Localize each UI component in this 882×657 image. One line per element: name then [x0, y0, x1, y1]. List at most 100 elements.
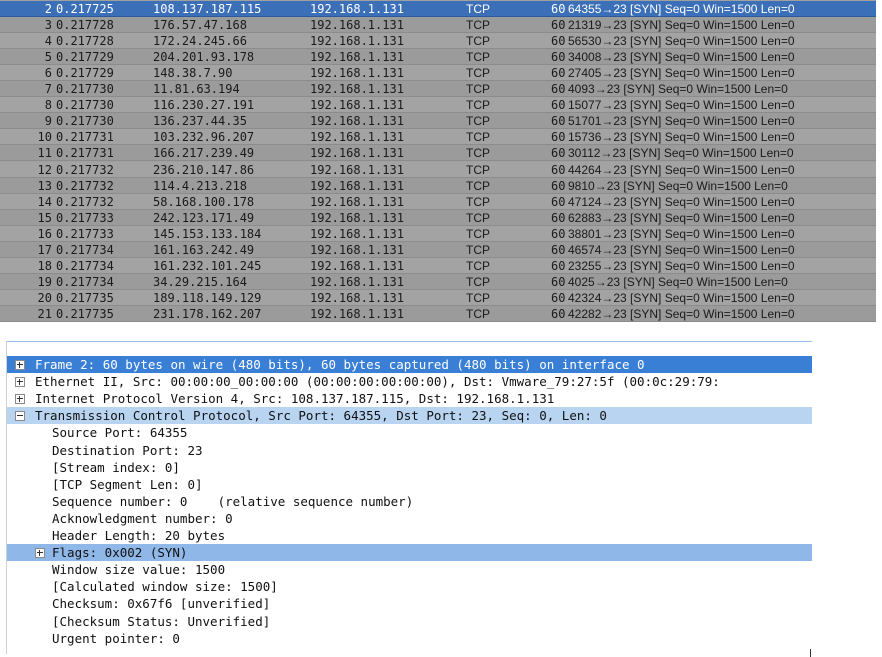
packet-row[interactable]: 17 0.217734 161.163.242.49 192.168.1.131 TCP… — [0, 241, 876, 258]
packet-number: 7 — [44, 82, 52, 97]
packet-row[interactable]: 15 0.217733 242.123.171.49 192.168.1.131 TCP… — [0, 209, 876, 226]
packet-destination: 192.168.1.131 — [310, 194, 404, 209]
packet-source: 172.24.245.66 — [153, 34, 247, 49]
tree-tcp[interactable]: Transmission Control Protocol, Src Port:… — [7, 407, 812, 425]
packet-length: 60 — [551, 210, 566, 225]
field-window-size[interactable]: Window size value: 1500 — [7, 561, 812, 578]
field-checksum[interactable]: Checksum: 0x67f6 [unverified] — [7, 595, 812, 612]
packet-length: 60 — [551, 114, 566, 129]
packet-row[interactable]: 11 0.217731 166.217.239.49 192.168.1.131 TCP… — [0, 145, 876, 162]
packet-number: 3 — [44, 18, 52, 33]
packet-source: 161.163.242.49 — [153, 242, 255, 257]
packet-info: 47124→23 [SYN] Seq=0 Win=1500 Len=0 — [568, 194, 795, 209]
packet-source: 176.57.47.168 — [153, 18, 247, 33]
packet-info: 51701→23 [SYN] Seq=0 Win=1500 Len=0 — [568, 114, 795, 129]
packet-time: 0.217735 — [56, 306, 114, 321]
packet-length: 60 — [551, 274, 566, 289]
packet-protocol: TCP — [466, 194, 490, 209]
packet-info: 15077→23 [SYN] Seq=0 Win=1500 Len=0 — [568, 98, 795, 113]
packet-number: 15 — [37, 210, 52, 225]
packet-time: 0.217725 — [56, 2, 114, 16]
field-header-length[interactable]: Header Length: 20 bytes — [7, 527, 812, 544]
expand-plus-icon[interactable] — [35, 548, 45, 559]
collapse-minus-icon[interactable] — [15, 411, 25, 422]
tree-ipv4[interactable]: Internet Protocol Version 4, Src: 108.13… — [7, 390, 812, 407]
tree-item-label: Transmission Control Protocol, Src Port:… — [35, 408, 607, 424]
packet-source: 103.232.96.207 — [153, 130, 255, 145]
packet-source: 161.232.101.245 — [153, 258, 262, 273]
packet-length: 60 — [551, 2, 566, 16]
packet-number: 6 — [44, 66, 52, 81]
expand-plus-icon[interactable] — [15, 394, 25, 405]
packet-length: 60 — [551, 178, 566, 193]
packet-protocol: TCP — [466, 242, 490, 257]
packet-time: 0.217731 — [56, 146, 114, 161]
packet-info: 46574→23 [SYN] Seq=0 Win=1500 Len=0 — [568, 242, 795, 257]
field-sequence-number[interactable]: Sequence number: 0 (relative sequence nu… — [7, 493, 812, 510]
packet-row[interactable]: 2 0.217725 108.137.187.115 192.168.1.131 TCP… — [0, 1, 876, 17]
field-destination-port[interactable]: Destination Port: 23 — [7, 442, 812, 459]
tree-flags[interactable]: Flags: 0x002 (SYN) — [7, 544, 812, 562]
packet-row[interactable]: 6 0.217729 148.38.7.90 192.168.1.131 TCP 60 27… — [0, 65, 876, 82]
packet-time: 0.217729 — [56, 50, 114, 65]
expand-plus-icon[interactable] — [15, 360, 25, 370]
packet-protocol: TCP — [466, 18, 490, 33]
packet-info: 64355→23 [SYN] Seq=0 Win=1500 Len=0 — [568, 2, 795, 16]
field-ack-number[interactable]: Acknowledgment number: 0 — [7, 510, 812, 527]
packet-row[interactable]: 21 0.217735 231.178.162.207 192.168.1.131 TC… — [0, 305, 876, 322]
packet-row[interactable]: 4 0.217728 172.24.245.66 192.168.1.131 TCP 60… — [0, 33, 876, 50]
field-source-port[interactable]: Source Port: 64355 — [7, 424, 812, 441]
packet-source: 166.217.239.49 — [153, 146, 255, 161]
packet-row[interactable]: 19 0.217734 34.29.215.164 192.168.1.131 TCP 6… — [0, 273, 876, 290]
packet-info: 21319→23 [SYN] Seq=0 Win=1500 Len=0 — [568, 18, 795, 33]
field-stream-index[interactable]: [Stream index: 0] — [7, 459, 812, 476]
packet-source: 114.4.213.218 — [153, 178, 247, 193]
packet-row[interactable]: 7 0.217730 11.81.63.194 192.168.1.131 TCP 60 4… — [0, 81, 876, 98]
packet-protocol: TCP — [466, 258, 490, 273]
packet-info: 62883→23 [SYN] Seq=0 Win=1500 Len=0 — [568, 210, 795, 225]
packet-time: 0.217730 — [56, 114, 114, 129]
packet-time: 0.217734 — [56, 274, 114, 289]
tree-item-label: Frame 2: 60 bytes on wire (480 bits), 60… — [35, 357, 645, 372]
tree-frame[interactable]: Frame 2: 60 bytes on wire (480 bits), 60… — [7, 356, 812, 373]
packet-row[interactable]: 20 0.217735 189.118.149.129 192.168.1.131 TC… — [0, 289, 876, 306]
packet-row[interactable]: 9 0.217730 136.237.44.35 192.168.1.131 TCP 60… — [0, 113, 876, 130]
packet-time: 0.217733 — [56, 226, 114, 241]
packet-protocol: TCP — [466, 2, 490, 16]
packet-source: 34.29.215.164 — [153, 274, 247, 289]
expand-plus-icon[interactable] — [15, 377, 25, 388]
packet-details-pane[interactable]: Frame 2: 60 bytes on wire (480 bits), 60… — [6, 341, 812, 654]
packet-number: 9 — [44, 114, 52, 129]
packet-row[interactable]: 3 0.217728 176.57.47.168 192.168.1.131 TCP 60… — [0, 17, 876, 34]
tree-ethernet[interactable]: Ethernet II, Src: 00:00:00_00:00:00 (00:… — [7, 373, 812, 390]
field-calc-window-size[interactable]: [Calculated window size: 1500] — [7, 578, 812, 595]
packet-protocol: TCP — [466, 50, 490, 65]
packet-row[interactable]: 10 0.217731 103.232.96.207 192.168.1.131 TCP… — [0, 129, 876, 146]
packet-length: 60 — [551, 34, 566, 49]
field-checksum-status[interactable]: [Checksum Status: Unverified] — [7, 613, 812, 630]
packet-number: 8 — [44, 98, 52, 113]
packet-source: 58.168.100.178 — [153, 194, 255, 209]
packet-list[interactable]: 2 0.217725 108.137.187.115 192.168.1.131 TCP… — [0, 0, 876, 322]
packet-row[interactable]: 14 0.217732 58.168.100.178 192.168.1.131 TCP… — [0, 193, 876, 210]
packet-info: 27405→23 [SYN] Seq=0 Win=1500 Len=0 — [568, 66, 795, 81]
packet-row[interactable]: 8 0.217730 116.230.27.191 192.168.1.131 TCP 6… — [0, 97, 876, 114]
packet-info: 15736→23 [SYN] Seq=0 Win=1500 Len=0 — [568, 130, 795, 145]
packet-number: 4 — [44, 34, 52, 49]
packet-length: 60 — [551, 306, 566, 321]
packet-destination: 192.168.1.131 — [310, 226, 404, 241]
tree-item-label: Flags: 0x002 (SYN) — [52, 545, 188, 561]
tree-item-label: Acknowledgment number: 0 — [52, 510, 233, 526]
field-urgent-pointer[interactable]: Urgent pointer: 0 — [7, 630, 812, 647]
packet-row[interactable]: 16 0.217733 145.153.133.184 192.168.1.131 TC… — [0, 225, 876, 242]
packet-length: 60 — [551, 18, 566, 33]
packet-row[interactable]: 12 0.217732 236.210.147.86 192.168.1.131 TCP… — [0, 161, 876, 178]
packet-row[interactable]: 13 0.217732 114.4.213.218 192.168.1.131 TCP 6… — [0, 177, 876, 194]
packet-row[interactable]: 18 0.217734 161.232.101.245 192.168.1.131 TC… — [0, 257, 876, 274]
packet-destination: 192.168.1.131 — [310, 34, 404, 49]
field-segment-len[interactable]: [TCP Segment Len: 0] — [7, 476, 812, 493]
packet-info: 4025→23 [SYN] Seq=0 Win=1500 Len=0 — [568, 274, 788, 289]
packet-protocol: TCP — [466, 82, 490, 97]
packet-row[interactable]: 5 0.217729 204.201.93.178 192.168.1.131 TCP 6… — [0, 49, 876, 66]
packet-destination: 192.168.1.131 — [310, 290, 404, 305]
